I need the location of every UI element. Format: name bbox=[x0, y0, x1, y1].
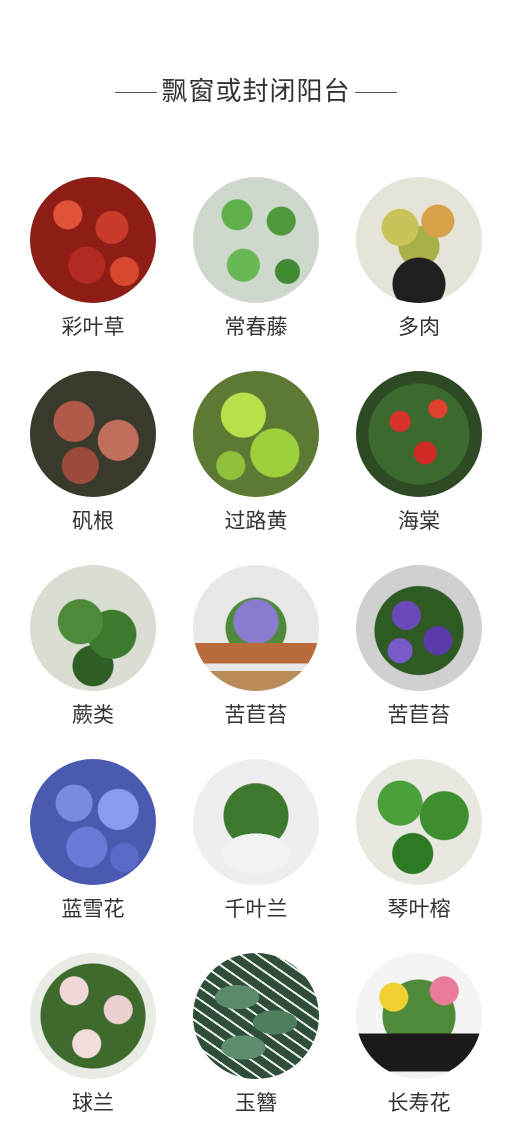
begonia-image bbox=[356, 371, 482, 497]
hoya-image bbox=[30, 953, 156, 1079]
plant-name: 琴叶榕 bbox=[387, 897, 451, 921]
title-dash-right bbox=[354, 91, 397, 94]
plant-name: 海棠 bbox=[398, 509, 440, 533]
plant-grid: 彩叶草 常春藤 多肉 矾根 过路黄 海棠 蕨类 苦苣苔 苦苣苔 蓝雪花 千叶兰 … bbox=[0, 177, 512, 1147]
succulent-image bbox=[356, 177, 482, 303]
title-text: 飘窗或封闭阳台 bbox=[161, 77, 351, 107]
fern-image bbox=[30, 565, 156, 691]
plant-card: 蓝雪花 bbox=[23, 759, 163, 923]
plant-name: 千叶兰 bbox=[224, 897, 288, 921]
african-violet-image bbox=[356, 565, 482, 691]
plant-name: 蕨类 bbox=[72, 703, 114, 727]
fiddle-leaf-fig-image bbox=[356, 759, 482, 885]
plant-card: 玉簪 bbox=[186, 953, 326, 1117]
plant-name: 过路黄 bbox=[224, 509, 288, 533]
african-violet-image bbox=[193, 565, 319, 691]
plant-name: 玉簪 bbox=[235, 1091, 277, 1115]
plant-name: 常春藤 bbox=[224, 315, 288, 339]
lysimachia-image bbox=[193, 371, 319, 497]
plant-name: 矾根 bbox=[72, 509, 114, 533]
muehlenbeckia-image bbox=[193, 759, 319, 885]
page-title: 飘窗或封闭阳台 bbox=[0, 70, 512, 114]
plant-card: 矾根 bbox=[23, 371, 163, 535]
plant-name: 苦苣苔 bbox=[224, 703, 288, 727]
title-dash-left bbox=[115, 91, 158, 94]
heuchera-image bbox=[30, 371, 156, 497]
plant-name: 彩叶草 bbox=[61, 315, 125, 339]
plant-card: 过路黄 bbox=[186, 371, 326, 535]
plant-card: 苦苣苔 bbox=[349, 565, 489, 729]
plant-row: 蓝雪花 千叶兰 琴叶榕 bbox=[0, 759, 512, 953]
hosta-image bbox=[193, 953, 319, 1079]
ivy-image bbox=[193, 177, 319, 303]
kalanchoe-image bbox=[356, 953, 482, 1079]
plant-card: 千叶兰 bbox=[186, 759, 326, 923]
plant-row: 蕨类 苦苣苔 苦苣苔 bbox=[0, 565, 512, 759]
plant-card: 琴叶榕 bbox=[349, 759, 489, 923]
plant-card: 海棠 bbox=[349, 371, 489, 535]
plant-card: 蕨类 bbox=[23, 565, 163, 729]
coleus-image bbox=[30, 177, 156, 303]
plant-card: 常春藤 bbox=[186, 177, 326, 341]
plant-card: 球兰 bbox=[23, 953, 163, 1117]
plant-row: 矾根 过路黄 海棠 bbox=[0, 371, 512, 565]
plant-card: 长寿花 bbox=[349, 953, 489, 1117]
plant-card: 彩叶草 bbox=[23, 177, 163, 341]
plant-card: 多肉 bbox=[349, 177, 489, 341]
plant-card: 苦苣苔 bbox=[186, 565, 326, 729]
plumbago-image bbox=[30, 759, 156, 885]
plant-name: 多肉 bbox=[398, 315, 440, 339]
plant-name: 球兰 bbox=[72, 1091, 114, 1115]
plant-name: 长寿花 bbox=[387, 1091, 451, 1115]
plant-name: 蓝雪花 bbox=[61, 897, 125, 921]
plant-row: 彩叶草 常春藤 多肉 bbox=[0, 177, 512, 371]
plant-row: 球兰 玉簪 长寿花 bbox=[0, 953, 512, 1147]
plant-name: 苦苣苔 bbox=[387, 703, 451, 727]
